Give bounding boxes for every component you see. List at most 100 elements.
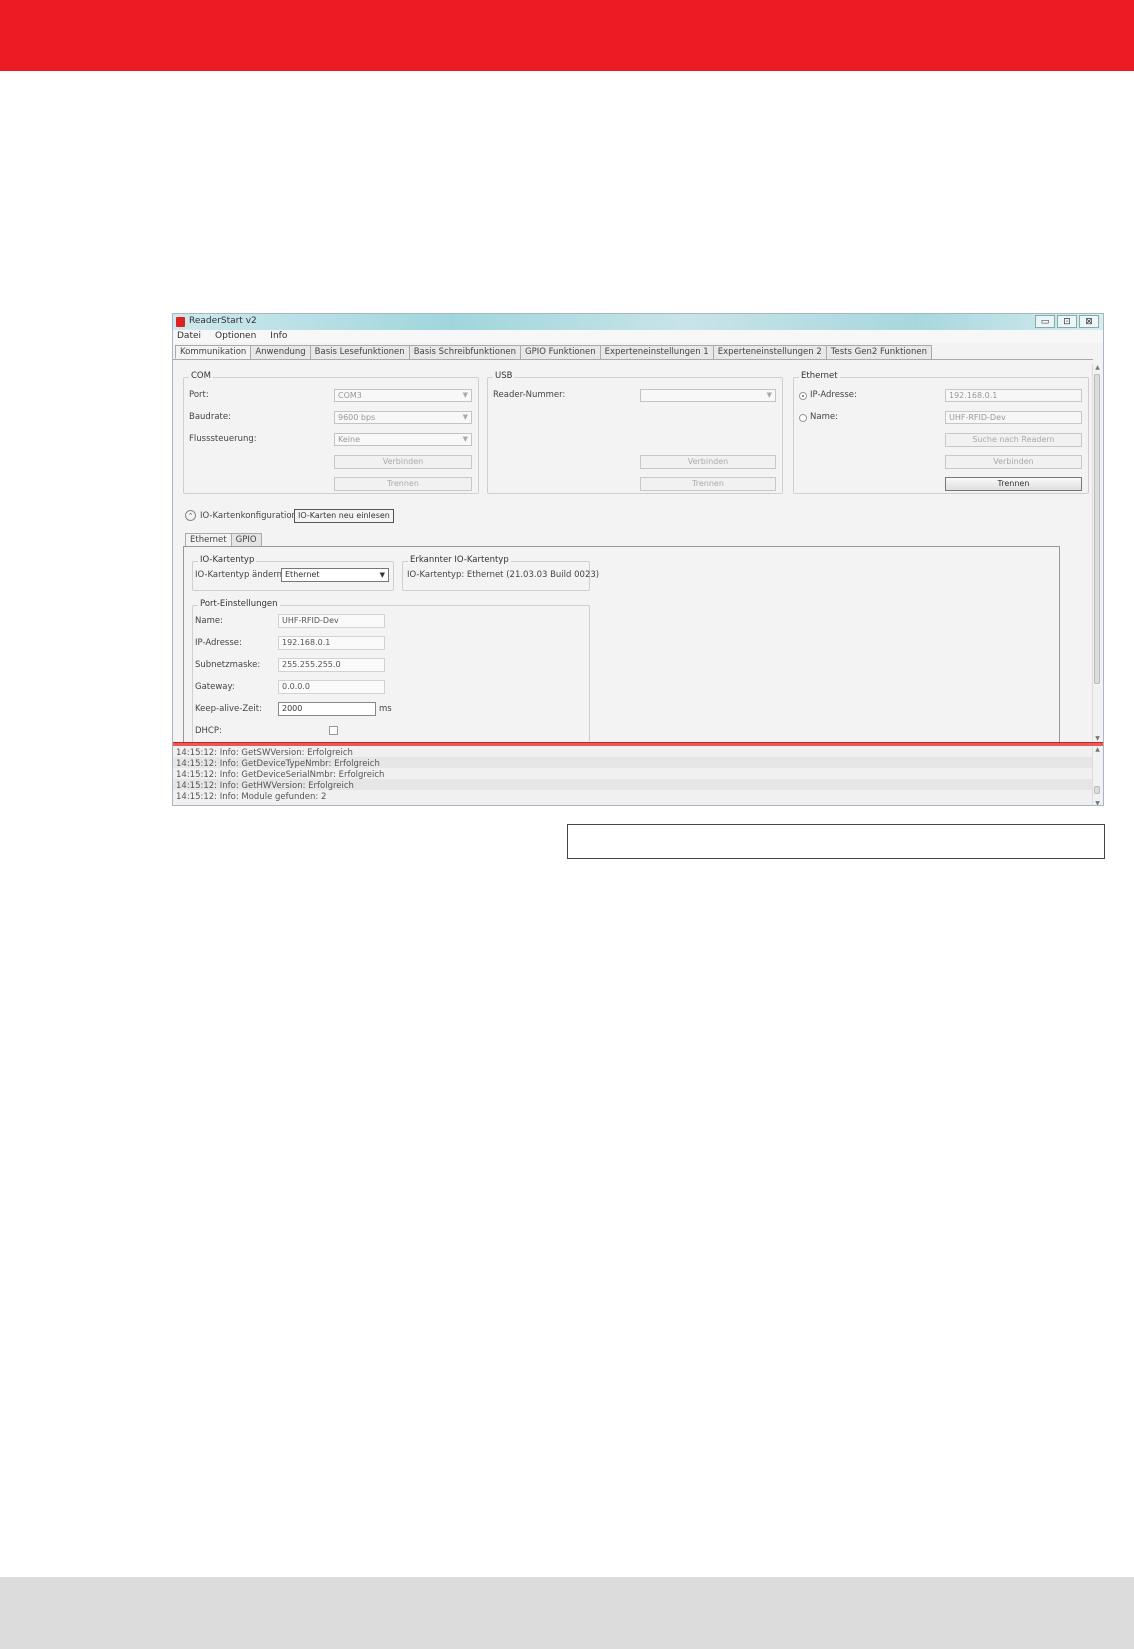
io-ip-input[interactable]: 192.168.0.1	[278, 636, 385, 650]
dhcp-label: DHCP:	[195, 726, 222, 736]
baud-label: Baudrate:	[189, 412, 231, 422]
io-gateway-label: Gateway:	[195, 682, 235, 692]
log-line: 14:15:12: Info: GetSWVersion: Erfolgreic…	[176, 748, 353, 758]
ethernet-group: Ethernet IP-Adresse: 192.168.0.1 Name: U…	[793, 371, 1089, 494]
port-settings-group-title: Port-Einstellungen	[198, 599, 280, 609]
ip-address-label: IP-Adresse:	[810, 390, 857, 400]
io-name-input[interactable]: UHF-RFID-Dev	[278, 614, 385, 628]
subtab-gpio[interactable]: GPIO	[230, 533, 262, 546]
io-type-value: Ethernet	[285, 570, 320, 579]
tab-divider	[173, 359, 1093, 360]
com-connect-button[interactable]: Verbinden	[334, 455, 472, 469]
flow-select[interactable]: Keine ▼	[334, 433, 472, 446]
caption-box	[567, 824, 1105, 859]
io-keepalive-input[interactable]: 2000	[278, 702, 376, 716]
footer-bar	[0, 1577, 1134, 1649]
tab-basis-lesefunktionen[interactable]: Basis Lesefunktionen	[309, 345, 410, 359]
detected-io-type-group: Erkannter IO-Kartentyp IO-Kartentyp: Eth…	[402, 555, 599, 591]
ethernet-connect-button[interactable]: Verbinden	[945, 455, 1082, 469]
main-scrollbar[interactable]: ▲ ▼	[1092, 364, 1102, 742]
ip-address-radio[interactable]	[799, 392, 807, 400]
io-config-label: IO-Kartenkonfiguration	[200, 511, 297, 521]
io-type-select[interactable]: Ethernet ▼	[281, 568, 389, 582]
log-scrollbar[interactable]: ▲ ▼	[1092, 746, 1102, 805]
usb-group: USB Reader-Nummer: ▼ Verbinden Trennen	[487, 371, 783, 494]
scroll-down-icon[interactable]: ▼	[1093, 800, 1102, 805]
chevron-down-icon: ▼	[462, 435, 468, 443]
usb-group-title: USB	[493, 371, 515, 381]
log-line: 14:15:12: Info: GetDeviceTypeNmbr: Erfol…	[176, 759, 380, 769]
ethernet-group-title: Ethernet	[799, 371, 840, 381]
tab-basis-schreibfunktionen[interactable]: Basis Schreibfunktionen	[408, 345, 521, 359]
menu-info[interactable]: Info	[270, 330, 287, 343]
io-type-change-label: IO-Kartentyp ändern:	[195, 570, 285, 580]
tab-gpio-funktionen[interactable]: GPIO Funktionen	[520, 345, 601, 359]
port-select-value: COM3	[338, 391, 362, 400]
port-select[interactable]: COM3 ▼	[334, 389, 472, 402]
flow-label: Flusssteuerung:	[189, 434, 257, 444]
subtab-ethernet[interactable]: Ethernet	[185, 533, 232, 546]
detected-io-type-text: IO-Kartentyp: Ethernet (21.03.03 Build 0…	[407, 570, 600, 580]
dhcp-checkbox[interactable]	[329, 726, 338, 735]
port-label: Port:	[189, 390, 209, 400]
ethernet-disconnect-button[interactable]: Trennen	[945, 477, 1082, 491]
menu-optionen[interactable]: Optionen	[215, 330, 256, 343]
tab-experteneinstellungen-1[interactable]: Experteneinstellungen 1	[599, 345, 714, 359]
collapse-icon[interactable]: ⌃	[185, 510, 196, 521]
menu-bar: Datei Optionen Info	[173, 330, 1103, 343]
flow-select-value: Keine	[338, 435, 360, 444]
reader-number-select[interactable]: ▼	[640, 389, 776, 402]
reload-io-cards-button[interactable]: IO-Karten neu einlesen	[294, 509, 394, 523]
menu-datei[interactable]: Datei	[177, 330, 201, 343]
title-bar: ReaderStart v2 ▭ ⊡ ⊠	[173, 314, 1103, 330]
close-icon[interactable]: ⊠	[1079, 315, 1099, 328]
port-settings-group: Port-Einstellungen Name: UHF-RFID-Dev IP…	[192, 599, 590, 757]
tab-anwendung[interactable]: Anwendung	[250, 345, 311, 359]
io-name-label: Name:	[195, 616, 223, 626]
scroll-up-icon[interactable]: ▲	[1093, 746, 1102, 753]
usb-disconnect-button[interactable]: Trennen	[640, 477, 776, 491]
com-group: COM Port: COM3 ▼ Baudrate: 9600 bps ▼ Flus…	[183, 371, 479, 494]
baud-select-value: 9600 bps	[338, 413, 376, 422]
brand-header-bar	[0, 0, 1134, 71]
io-subtabs: Ethernet GPIO	[185, 533, 262, 546]
io-type-group-title: IO-Kartentyp	[198, 555, 257, 565]
minimize-icon[interactable]: ▭	[1035, 315, 1055, 328]
scroll-up-icon[interactable]: ▲	[1093, 364, 1102, 371]
io-subnet-input[interactable]: 255.255.255.0	[278, 658, 385, 672]
log-scrollbar-thumb[interactable]	[1094, 786, 1100, 794]
io-subnet-label: Subnetzmaske:	[195, 660, 261, 670]
log-line: 14:15:12: Info: GetHWVersion: Erfolgreic…	[176, 781, 354, 791]
log-line: 14:15:12: Info: GetDeviceSerialNmbr: Erf…	[176, 770, 385, 780]
baud-select[interactable]: 9600 bps ▼	[334, 411, 472, 424]
log-line: 14:15:12: Info: Module gefunden: 2	[176, 792, 327, 802]
main-tabs: Kommunikation Anwendung Basis Lesefunkti…	[175, 345, 932, 359]
device-name-field[interactable]: UHF-RFID-Dev	[945, 411, 1082, 424]
reader-number-label: Reader-Nummer:	[493, 390, 566, 400]
log-panel: 14:15:12: Info: GetSWVersion: Erfolgreic…	[173, 746, 1103, 805]
io-ip-label: IP-Adresse:	[195, 638, 242, 648]
tab-experteneinstellungen-2[interactable]: Experteneinstellungen 2	[712, 345, 827, 359]
chevron-down-icon: ▼	[462, 391, 468, 399]
search-readers-button[interactable]: Suche nach Readern	[945, 433, 1082, 447]
app-icon	[176, 317, 185, 327]
scroll-down-icon[interactable]: ▼	[1093, 735, 1102, 742]
window-title: ReaderStart v2	[189, 316, 257, 326]
tab-kommunikation[interactable]: Kommunikation	[175, 345, 252, 359]
tab-tests-gen2[interactable]: Tests Gen2 Funktionen	[825, 345, 932, 359]
ip-address-field[interactable]: 192.168.0.1	[945, 389, 1082, 402]
maximize-icon[interactable]: ⊡	[1057, 315, 1077, 328]
io-gateway-input[interactable]: 0.0.0.0	[278, 680, 385, 694]
keepalive-unit: ms	[379, 704, 392, 714]
main-scrollbar-thumb[interactable]	[1094, 374, 1100, 684]
io-subpanel: IO-Kartentyp IO-Kartentyp ändern: Ethern…	[183, 546, 1060, 757]
com-disconnect-button[interactable]: Trennen	[334, 477, 472, 491]
name-radio[interactable]	[799, 414, 807, 422]
com-group-title: COM	[189, 371, 213, 381]
name-label: Name:	[810, 412, 838, 422]
usb-connect-button[interactable]: Verbinden	[640, 455, 776, 469]
detected-io-type-group-title: Erkannter IO-Kartentyp	[408, 555, 511, 565]
chevron-down-icon: ▼	[766, 391, 772, 399]
application-window: ReaderStart v2 ▭ ⊡ ⊠ Datei Optionen Info…	[172, 313, 1104, 806]
io-type-group: IO-Kartentyp IO-Kartentyp ändern: Ethern…	[192, 555, 394, 591]
